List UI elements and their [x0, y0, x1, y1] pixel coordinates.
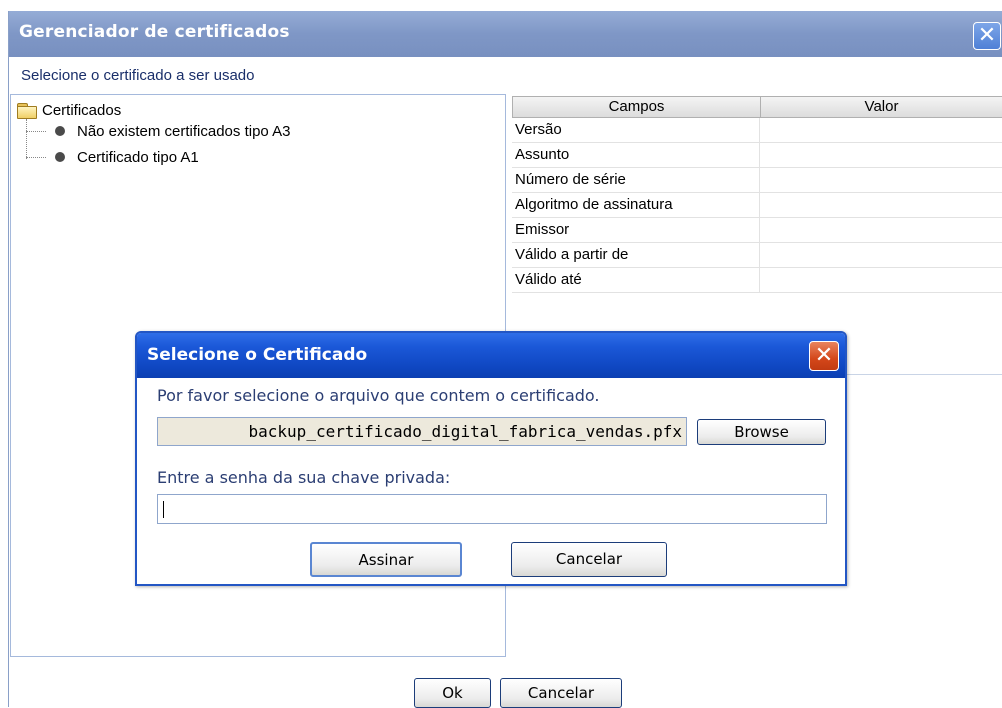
main-window-title: Gerenciador de certificados — [19, 22, 290, 42]
close-icon[interactable]: ✕ — [973, 22, 1001, 50]
value-cell — [760, 143, 1002, 168]
tree-connector-line — [26, 119, 27, 159]
value-cell — [760, 268, 1002, 293]
tree-root-certificados[interactable]: Certificados — [17, 100, 121, 120]
table-row[interactable]: Assunto — [512, 143, 1002, 168]
value-cell — [760, 218, 1002, 243]
dialog-titlebar[interactable]: Selecione o Certificado ✕ — [137, 333, 845, 378]
value-cell — [760, 243, 1002, 268]
close-icon[interactable]: ✕ — [809, 341, 839, 371]
field-cell: Algoritmo de assinatura — [512, 193, 760, 218]
field-cell: Assunto — [512, 143, 760, 168]
tree-connector-line — [26, 131, 46, 132]
password-label: Entre a senha da sua chave privada: — [157, 468, 451, 487]
certificate-file-field[interactable]: backup_certificado_digital_fabrica_venda… — [157, 417, 687, 446]
dialog-title: Selecione o Certificado — [147, 345, 368, 365]
tree-item-label: Certificado tipo A1 — [77, 148, 199, 166]
bullet-icon — [55, 126, 65, 136]
tree-connector-line — [26, 157, 46, 158]
sign-button[interactable]: Assinar — [310, 542, 462, 577]
value-cell — [760, 118, 1002, 143]
value-cell — [760, 168, 1002, 193]
cancel-button[interactable]: Cancelar — [500, 678, 622, 708]
table-row[interactable]: Algoritmo de assinatura — [512, 193, 1002, 218]
column-header-valor[interactable]: Valor — [760, 96, 1002, 118]
text-caret — [163, 501, 164, 518]
table-row[interactable]: Emissor — [512, 218, 1002, 243]
select-certificate-dialog: Selecione o Certificado ✕ Por favor sele… — [135, 331, 847, 586]
field-cell: Emissor — [512, 218, 760, 243]
table-row[interactable]: Válido até — [512, 268, 1002, 293]
password-field[interactable] — [157, 494, 827, 524]
file-prompt-label: Por favor selecione o arquivo que contem… — [157, 386, 600, 405]
tree-item-label: Não existem certificados tipo A3 — [77, 122, 291, 140]
browse-button[interactable]: Browse — [697, 419, 826, 445]
table-row[interactable]: Válido a partir de — [512, 243, 1002, 268]
folder-icon — [17, 102, 37, 119]
column-header-campos[interactable]: Campos — [512, 96, 761, 118]
dialog-cancel-button[interactable]: Cancelar — [511, 542, 667, 577]
field-cell: Válido até — [512, 268, 760, 293]
select-certificate-label: Selecione o certificado a ser usado — [21, 67, 255, 84]
field-cell: Número de série — [512, 168, 760, 193]
tree-item-a1[interactable]: Certificado tipo A1 — [55, 147, 199, 167]
main-titlebar[interactable]: Gerenciador de certificados ✕ — [9, 11, 1002, 57]
ok-button[interactable]: Ok — [414, 678, 491, 708]
certificate-file-value: backup_certificado_digital_fabrica_venda… — [248, 422, 682, 441]
field-cell: Válido a partir de — [512, 243, 760, 268]
table-row[interactable]: Número de série — [512, 168, 1002, 193]
table-row[interactable]: Versão — [512, 118, 1002, 143]
field-cell: Versão — [512, 118, 760, 143]
tree-item-a3[interactable]: Não existem certificados tipo A3 — [55, 121, 290, 141]
bullet-icon — [55, 152, 65, 162]
value-cell — [760, 193, 1002, 218]
tree-root-label: Certificados — [42, 101, 122, 119]
